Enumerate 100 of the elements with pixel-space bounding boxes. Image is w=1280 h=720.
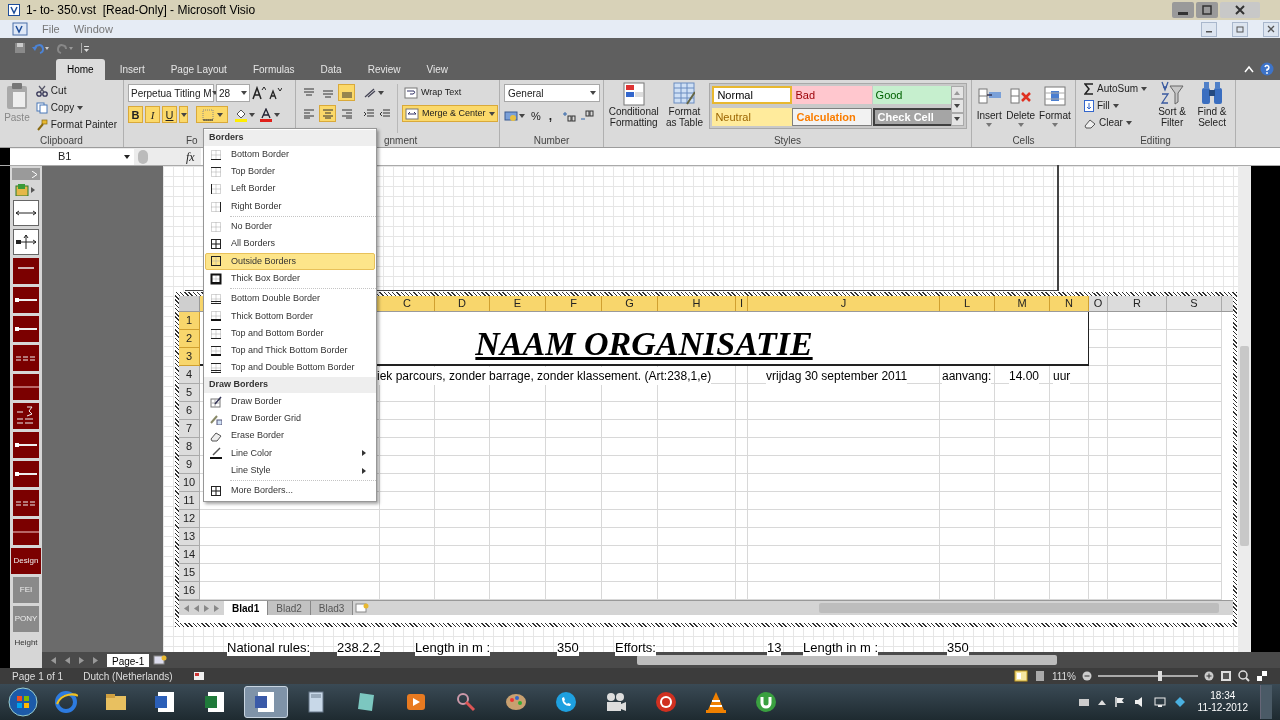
row-header[interactable]: 12: [179, 510, 200, 528]
row-header[interactable]: 7: [179, 420, 200, 438]
row-header[interactable]: 9: [179, 456, 200, 474]
merge-center-button[interactable]: Merge & Center: [402, 105, 498, 122]
menu-item[interactable]: No Border: [205, 218, 375, 236]
clock-date: 11-12-2012: [1197, 702, 1248, 714]
menu-item[interactable]: Thick Box Border: [205, 270, 375, 288]
cells-button[interactable]: Format: [1039, 84, 1071, 133]
font-size-field[interactable]: 28: [216, 84, 250, 102]
page-text: Length in m :: [415, 640, 491, 656]
ribbon-tab[interactable]: Review: [356, 59, 412, 80]
stencil-shape[interactable]: Design: [11, 548, 41, 574]
find-select-button[interactable]: Find & Select: [1195, 80, 1229, 133]
page-text: National rules:: [227, 640, 311, 656]
ribbon-tab[interactable]: Home: [56, 59, 105, 80]
cells-button[interactable]: Delete: [1006, 84, 1036, 133]
row-header[interactable]: 4: [179, 366, 200, 384]
row-header[interactable]: 3: [179, 348, 200, 366]
cell-style-swatch[interactable]: Good: [872, 86, 953, 104]
column-header[interactable]: N: [1050, 296, 1089, 311]
stencil-label: Height: [14, 637, 38, 649]
wrap-text-button[interactable]: Wrap Text: [402, 84, 498, 101]
menu-item[interactable]: Bottom Border: [205, 146, 375, 164]
conditional-formatting-button[interactable]: Conditional Formatting: [608, 82, 660, 133]
font-name-field[interactable]: Perpetua Titling M: [128, 84, 214, 102]
ribbon-tab[interactable]: View: [415, 59, 459, 80]
menu-item[interactable]: Top and Thick Bottom Border: [205, 342, 375, 360]
row-header[interactable]: 16: [179, 582, 200, 600]
ribbon-tab[interactable]: Insert: [108, 59, 156, 80]
percent-button[interactable]: %: [529, 107, 543, 125]
italic-button[interactable]: I: [145, 106, 160, 123]
menu-item[interactable]: Erase Border: [205, 427, 375, 445]
menu-item[interactable]: Bottom Double Border: [205, 290, 375, 308]
menu-item[interactable]: Thick Bottom Border: [205, 307, 375, 325]
column-header[interactable]: D: [435, 296, 490, 311]
menu-item[interactable]: Line Color: [205, 444, 375, 463]
copy-button[interactable]: Copy: [33, 99, 119, 116]
column-header[interactable]: I: [736, 296, 748, 311]
row-header[interactable]: 11: [179, 492, 200, 510]
sheet-tab[interactable]: Blad1: [224, 601, 269, 615]
sort-filter-button[interactable]: Sort & Filter: [1155, 80, 1190, 133]
menu-item[interactable]: Outside Borders: [205, 252, 375, 271]
page-text: 13: [767, 640, 782, 656]
menu-item[interactable]: Top Border: [205, 163, 375, 181]
row-header[interactable]: 2: [179, 330, 200, 348]
menu-item[interactable]: Draw Border Grid: [205, 410, 375, 428]
autosum-button[interactable]: AutoSum: [1082, 80, 1150, 97]
column-header[interactable]: F: [546, 296, 602, 311]
page-text: 350: [947, 640, 969, 656]
cell-style-swatch[interactable]: Normal: [712, 86, 793, 104]
ribbon-tab[interactable]: Data: [309, 59, 353, 80]
menu-item[interactable]: Top and Bottom Border: [205, 324, 375, 343]
row-header[interactable]: 15: [179, 564, 200, 582]
column-header[interactable]: M: [995, 296, 1050, 311]
ribbon-tab[interactable]: Page Layout: [159, 59, 238, 80]
menu-item[interactable]: Draw Border: [205, 392, 375, 411]
cell-style-swatch[interactable]: Neutral: [712, 108, 793, 126]
ribbon-tab[interactable]: Formulas: [241, 59, 306, 80]
sheet-tab[interactable]: Blad2: [268, 601, 311, 615]
page-text: Efforts:: [615, 640, 656, 656]
column-header[interactable]: C: [380, 296, 435, 311]
row-header[interactable]: 8: [179, 438, 200, 456]
format-as-table-button[interactable]: Format as Table: [663, 82, 706, 133]
page-text: 238.2.2: [337, 640, 381, 656]
fx-label: fx: [186, 148, 195, 166]
comma-button[interactable]: ,: [546, 107, 555, 125]
column-header[interactable]: J: [748, 296, 940, 311]
column-header[interactable]: L: [940, 296, 995, 311]
fill-button[interactable]: Fill: [1082, 97, 1150, 114]
menu-item[interactable]: Right Border: [205, 197, 375, 216]
row-header[interactable]: 14: [179, 546, 200, 564]
clear-button[interactable]: Clear: [1082, 114, 1150, 131]
row-header[interactable]: 10: [179, 474, 200, 492]
cell-style-swatch[interactable]: Bad: [792, 86, 873, 104]
menu-item[interactable]: More Borders...: [205, 482, 375, 500]
row-header[interactable]: 6: [179, 402, 200, 420]
menu-item[interactable]: File: [42, 20, 60, 38]
underline-button[interactable]: U: [162, 106, 177, 123]
cells-button[interactable]: Insert: [976, 84, 1003, 133]
column-header[interactable]: H: [658, 296, 736, 311]
group-label: gnment: [384, 133, 418, 148]
row-header[interactable]: 1: [179, 312, 200, 330]
group-label: Fo: [186, 133, 198, 148]
name-box[interactable]: B1: [10, 148, 134, 165]
sheet-tab[interactable]: Blad3: [310, 601, 354, 615]
bold-button[interactable]: B: [128, 106, 143, 123]
column-header[interactable]: G: [602, 296, 658, 311]
page-tab[interactable]: Page-1: [107, 653, 150, 667]
menu-item[interactable]: All Borders: [205, 235, 375, 253]
group-label: Cells: [1012, 133, 1035, 148]
menu-item[interactable]: Window: [73, 20, 113, 38]
column-header[interactable]: E: [490, 296, 546, 311]
format-painter-button[interactable]: Format Painter: [33, 116, 119, 133]
row-header[interactable]: 5: [179, 384, 200, 402]
cut-button[interactable]: Cut: [33, 82, 119, 99]
number-format-field[interactable]: General: [504, 84, 600, 102]
row-header[interactable]: 13: [179, 528, 200, 546]
menu-item[interactable]: Left Border: [205, 180, 375, 198]
menu-item[interactable]: Line Style: [205, 462, 375, 480]
menu-item[interactable]: Top and Double Bottom Border: [205, 359, 375, 377]
